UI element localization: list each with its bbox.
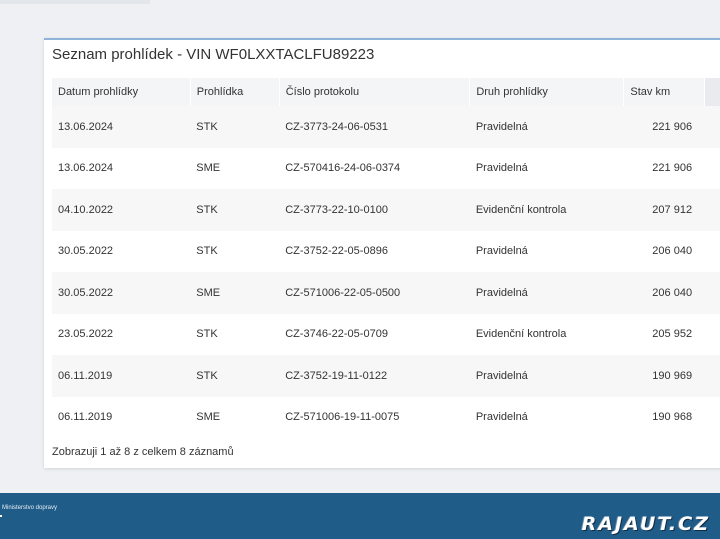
cell-kind: Evidenční kontrola: [469, 189, 624, 231]
cell-cut-off: [704, 189, 720, 231]
cell-date: 06.11.2019: [52, 355, 191, 397]
bottom-bar: Ministerstvo dopravy RAJAUT.CZ: [0, 493, 720, 539]
cell-date: 30.05.2022: [52, 272, 191, 314]
table-row: 30.05.2022 STK CZ-3752-22-05-0896 Pravid…: [52, 230, 720, 272]
cell-inspection: SME: [190, 396, 280, 438]
cell-kind: Pravidelná: [469, 355, 624, 397]
cell-date: 06.11.2019: [52, 396, 191, 438]
cell-inspection: STK: [190, 313, 280, 355]
column-header-kind[interactable]: Druh prohlídky: [469, 78, 625, 106]
cell-protocol: CZ-3773-22-10-0100: [279, 189, 470, 231]
cell-protocol: CZ-570416-24-06-0374: [279, 147, 470, 189]
cell-date: 30.05.2022: [52, 230, 191, 272]
column-header-inspection[interactable]: Prohlídka: [190, 78, 280, 106]
inspection-table: Datum prohlídky Prohlídka Číslo protokol…: [52, 78, 720, 438]
cell-kind: Evidenční kontrola: [469, 313, 624, 355]
cell-inspection: STK: [190, 189, 280, 231]
cell-km: 190 969: [623, 355, 705, 397]
cell-kind: Pravidelná: [469, 272, 624, 314]
cell-inspection: STK: [190, 106, 280, 148]
cell-cut-off: [704, 396, 720, 438]
cell-cut-off: [704, 313, 720, 355]
cell-protocol: CZ-3746-22-05-0709: [279, 313, 470, 355]
table-info-text: Zobrazuji 1 až 8 z celkem 8 záznamů: [52, 446, 234, 458]
card-title: Seznam prohlídek - VIN WF0LXXTACLFU89223: [52, 46, 375, 63]
table-header-row: Datum prohlídky Prohlídka Číslo protokol…: [52, 78, 720, 106]
cell-inspection: STK: [190, 355, 280, 397]
cell-protocol: CZ-3752-22-05-0896: [279, 230, 470, 272]
cell-cut-off: [704, 355, 720, 397]
cell-inspection: STK: [190, 230, 280, 272]
ministry-label: Ministerstvo dopravy: [2, 505, 58, 511]
column-header-km[interactable]: Stav km: [623, 78, 705, 106]
column-header-protocol[interactable]: Číslo protokolu: [279, 78, 471, 106]
table-row: 13.06.2024 STK CZ-3773-24-06-0531 Pravid…: [52, 106, 720, 148]
cell-cut-off: [704, 230, 720, 272]
cell-km: 190 968: [623, 396, 705, 438]
cell-km: 206 040: [623, 230, 705, 272]
table-row: 23.05.2022 STK CZ-3746-22-05-0709 Eviden…: [52, 313, 720, 355]
column-header-date[interactable]: Datum prohlídky: [52, 78, 191, 106]
cell-cut-off: [704, 147, 720, 189]
cell-km: 206 040: [623, 272, 705, 314]
cell-km: 221 906: [623, 106, 705, 148]
cell-km: 205 952: [623, 313, 705, 355]
table-row: 06.11.2019 STK CZ-3752-19-11-0122 Pravid…: [52, 355, 720, 397]
cell-date: 23.05.2022: [52, 313, 191, 355]
cell-protocol: CZ-3752-19-11-0122: [279, 355, 470, 397]
table-row: 13.06.2024 SME CZ-570416-24-06-0374 Prav…: [52, 147, 720, 189]
table-row: 04.10.2022 STK CZ-3773-22-10-0100 Eviden…: [52, 189, 720, 231]
cell-cut-off: [704, 106, 720, 148]
cell-kind: Pravidelná: [469, 396, 624, 438]
column-header-cut-off: [704, 78, 720, 106]
cell-kind: Pravidelná: [469, 230, 624, 272]
inspection-list-card: Seznam prohlídek - VIN WF0LXXTACLFU89223…: [44, 38, 720, 468]
table-row: 30.05.2022 SME CZ-571006-22-05-0500 Prav…: [52, 272, 720, 314]
cell-date: 13.06.2024: [52, 106, 191, 148]
table-row: 06.11.2019 SME CZ-571006-19-11-0075 Prav…: [52, 396, 720, 438]
ministry-logo-mark: [0, 515, 2, 517]
cell-protocol: CZ-571006-22-05-0500: [279, 272, 470, 314]
cell-protocol: CZ-3773-24-06-0531: [279, 106, 470, 148]
cell-date: 04.10.2022: [52, 189, 191, 231]
cell-kind: Pravidelná: [469, 106, 624, 148]
cell-protocol: CZ-571006-19-11-0075: [279, 396, 470, 438]
cell-kind: Pravidelná: [469, 147, 624, 189]
cell-date: 13.06.2024: [52, 147, 191, 189]
cell-cut-off: [704, 272, 720, 314]
cell-km: 221 906: [623, 147, 705, 189]
top-edge-strip: [0, 0, 150, 4]
cell-inspection: SME: [190, 272, 280, 314]
cell-km: 207 912: [623, 189, 705, 231]
cell-inspection: SME: [190, 147, 280, 189]
rajaut-watermark: RAJAUT.CZ: [581, 513, 710, 535]
